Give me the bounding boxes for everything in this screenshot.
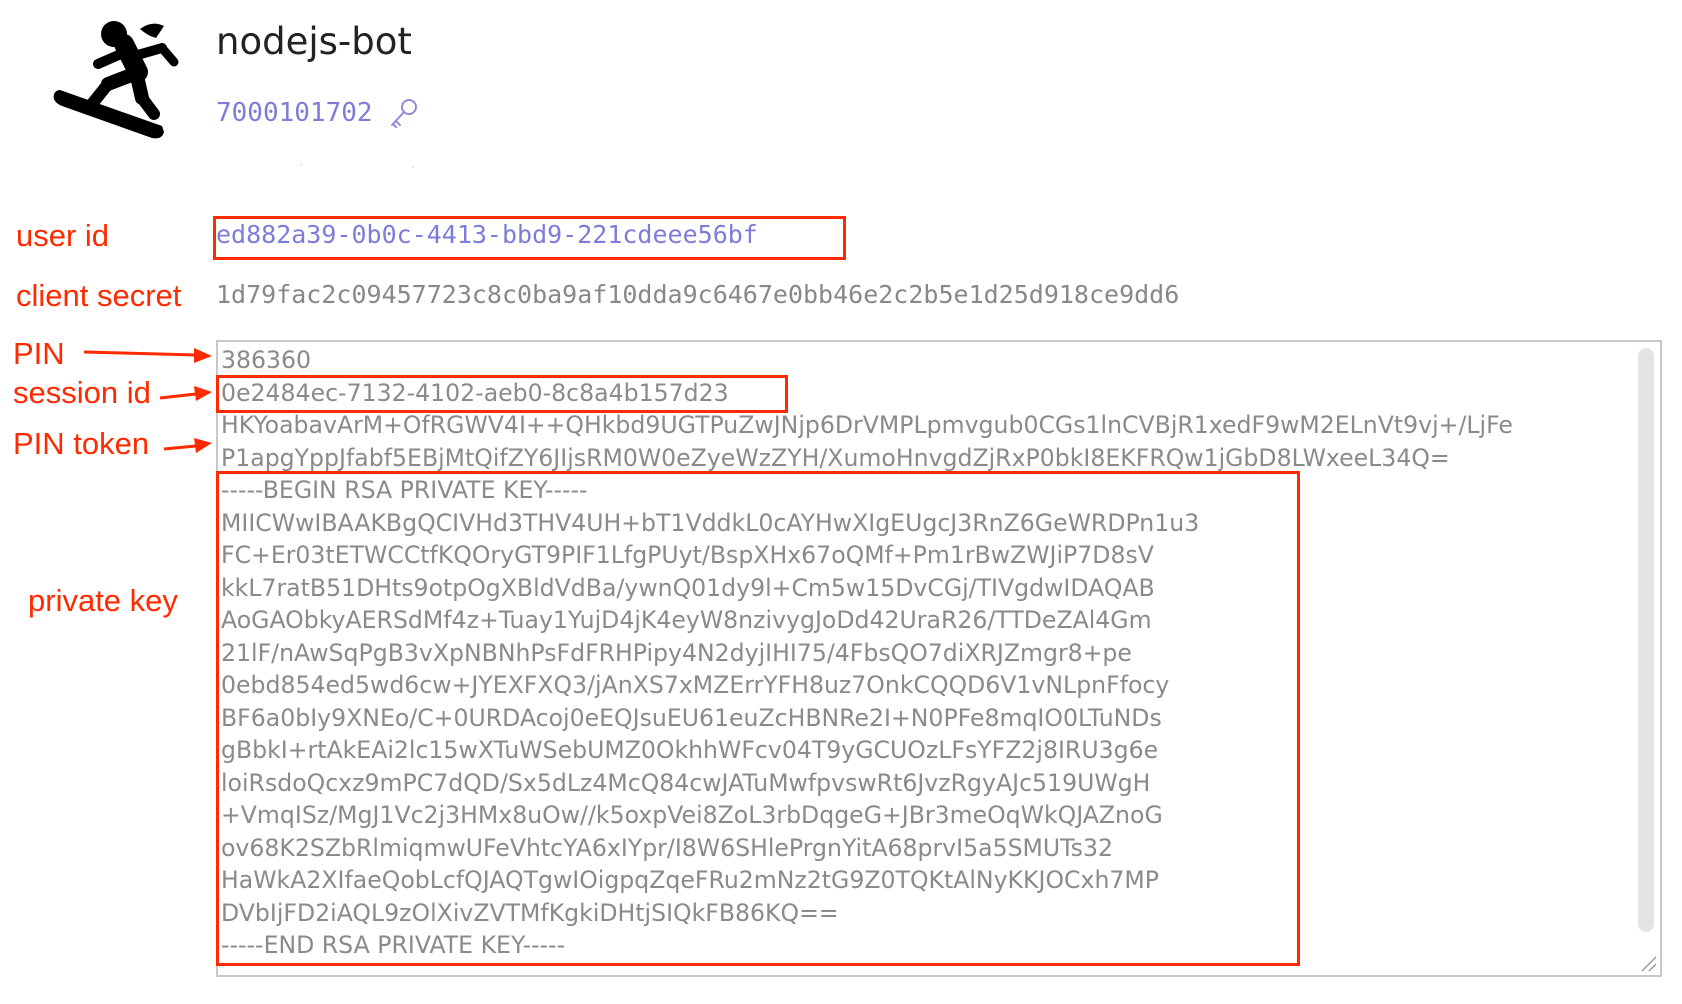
pin-line: 386360	[221, 346, 312, 374]
highlight-box	[213, 216, 846, 260]
client-secret-value[interactable]: 1d79fac2c09457723c8c0ba9af10dda9c6467e0b…	[216, 280, 1179, 309]
pin-token-line: P1apgYppJfabf5EBjMtQifZY6JIjsRM0W0eZyeWz…	[221, 443, 1450, 472]
resize-handle-icon[interactable]	[1636, 951, 1658, 973]
highlight-box	[216, 375, 788, 413]
highlight-box	[216, 471, 1300, 966]
pin-token-line: HKYoabavArM+OfRGWV4I++QHkbd9UGTPuZwJNjp6…	[221, 411, 1513, 439]
textarea-scrollbar[interactable]	[1638, 348, 1654, 932]
